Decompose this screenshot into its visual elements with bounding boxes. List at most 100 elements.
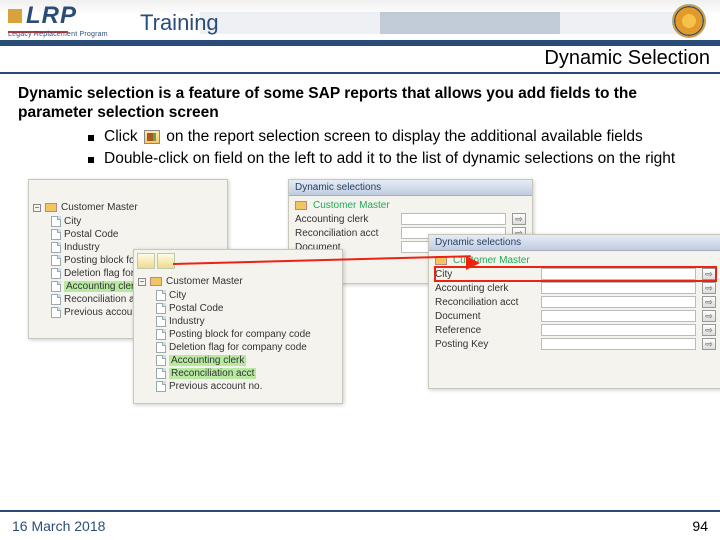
field-icon <box>51 268 61 279</box>
selection-row: Posting Key ⇨ <box>435 337 716 351</box>
footer-page-number: 94 <box>692 518 708 534</box>
field-icon <box>51 281 61 292</box>
intro-text: Dynamic selection is a feature of some S… <box>18 84 704 123</box>
field-icon <box>51 216 61 227</box>
bullet-text: Double-click on field on the left to add… <box>104 149 675 169</box>
value-input[interactable] <box>541 268 696 280</box>
tree-item[interactable]: Previous account no. <box>156 380 338 393</box>
field-label: Posting Key <box>435 339 535 350</box>
tree-item[interactable]: Deletion flag for company code <box>156 341 338 354</box>
field-icon <box>51 255 61 266</box>
tree-item-label: Postal Code <box>169 303 223 314</box>
selection-row: Reference ⇨ <box>435 323 716 337</box>
logo-subtext: Legacy Replacement Program <box>8 31 128 38</box>
field-label: Reconciliation acct <box>295 228 395 239</box>
field-icon <box>51 294 61 305</box>
folder-icon <box>435 256 447 265</box>
tree-root-label: Customer Master <box>166 276 243 287</box>
field-label: Reconciliation acct <box>435 297 535 308</box>
tree-item[interactable]: Industry <box>156 315 338 328</box>
tree-item-label: Industry <box>64 242 100 253</box>
bullet-list: Click on the report selection screen to … <box>88 127 704 169</box>
tree-item[interactable]: Posting block for company code <box>156 328 338 341</box>
bullet-icon <box>88 157 94 163</box>
folder-icon <box>150 277 162 286</box>
value-input[interactable] <box>401 213 506 225</box>
bullet-text-post: on the report selection screen to displa… <box>166 128 643 145</box>
panel-title: Dynamic selections <box>429 235 720 251</box>
multi-select-button[interactable]: ⇨ <box>702 268 716 280</box>
multi-select-button[interactable]: ⇨ <box>702 324 716 336</box>
value-input[interactable] <box>541 296 696 308</box>
multi-select-button[interactable]: ⇨ <box>512 213 526 225</box>
field-icon <box>156 329 166 340</box>
tree-item-label: Posting block for <box>64 255 138 266</box>
lrp-logo: LRP Legacy Replacement Program <box>8 2 128 38</box>
tree-item-label: Deletion flag for <box>64 268 134 279</box>
bullet-item: Double-click on field on the left to add… <box>88 149 704 169</box>
tree-item-label: Postal Code <box>64 229 118 240</box>
field-label: City <box>435 269 535 280</box>
group-label: Customer Master <box>313 200 390 211</box>
field-icon <box>156 342 166 353</box>
selection-row: City ⇨ <box>435 267 716 281</box>
tree-item-label: Previous account <box>64 307 141 318</box>
toolbar-button[interactable] <box>137 253 155 269</box>
selection-row: Accounting clerk ⇨ <box>295 212 526 226</box>
dynamic-selections-panel-front: Dynamic selections Customer Master City ⇨… <box>428 234 720 389</box>
tree-item[interactable]: Postal Code <box>51 228 223 241</box>
value-input[interactable] <box>541 282 696 294</box>
tree-item-label: City <box>64 216 81 227</box>
logo-square-icon <box>8 9 22 23</box>
field-icon <box>156 316 166 327</box>
tree-item-label: Previous account no. <box>169 381 262 392</box>
tree-item[interactable]: Postal Code <box>156 302 338 315</box>
value-input[interactable] <box>541 338 696 350</box>
field-icon <box>156 368 166 379</box>
panel-title: Dynamic selections <box>289 180 532 196</box>
field-icon <box>51 229 61 240</box>
bullet-text-pre: Click <box>104 128 142 145</box>
selection-row: Reconciliation acct ⇨ <box>435 295 716 309</box>
tree-root-label: Customer Master <box>61 202 138 213</box>
slide-footer: 16 March 2018 94 <box>0 510 720 540</box>
footer-date: 16 March 2018 <box>12 518 105 534</box>
tree-item[interactable]: Reconciliation acct <box>156 367 338 380</box>
multi-select-button[interactable]: ⇨ <box>702 282 716 294</box>
group-label: Customer Master <box>453 255 530 266</box>
selection-row: Accounting clerk ⇨ <box>435 281 716 295</box>
field-icon <box>51 242 61 253</box>
field-icon <box>51 307 61 318</box>
field-icon <box>156 355 166 366</box>
slide-title: Dynamic Selection <box>544 47 710 70</box>
value-input[interactable] <box>541 310 696 322</box>
tree-item-label: Accounting clerk <box>169 355 246 366</box>
group-header: Customer Master <box>295 199 526 212</box>
sap-screenshot-stage: − Customer Master CityPostal CodeIndustr… <box>28 179 704 404</box>
field-label: Document <box>435 311 535 322</box>
tree-item[interactable]: Accounting clerk <box>156 354 338 367</box>
tree-item[interactable]: City <box>51 215 223 228</box>
field-label: Reference <box>435 325 535 336</box>
tree-item[interactable]: City <box>156 289 338 302</box>
header-section-title: Training <box>140 10 219 36</box>
expand-toggle-icon[interactable]: − <box>33 204 41 212</box>
field-label: Accounting clerk <box>435 283 535 294</box>
folder-icon <box>45 203 57 212</box>
group-header: Customer Master <box>435 254 716 267</box>
bullet-item: Click on the report selection screen to … <box>88 127 704 147</box>
selection-row: Document ⇨ <box>435 309 716 323</box>
field-label: Accounting clerk <box>295 214 395 225</box>
toolbar-button[interactable] <box>157 253 175 269</box>
org-seal-icon <box>672 4 706 38</box>
value-input[interactable] <box>541 324 696 336</box>
tree-item-label: Deletion flag for company code <box>169 342 307 353</box>
expand-toggle-icon[interactable]: − <box>138 278 146 286</box>
slide-header: LRP Legacy Replacement Program Training <box>0 0 720 46</box>
multi-select-button[interactable]: ⇨ <box>702 296 716 308</box>
tree-item-label: City <box>169 290 186 301</box>
field-tree-panel-front: − Customer Master City Postal CodeIndustr… <box>133 249 343 404</box>
multi-select-button[interactable]: ⇨ <box>702 338 716 350</box>
tree-item-label: Reconciliation ac <box>64 294 140 305</box>
multi-select-button[interactable]: ⇨ <box>702 310 716 322</box>
